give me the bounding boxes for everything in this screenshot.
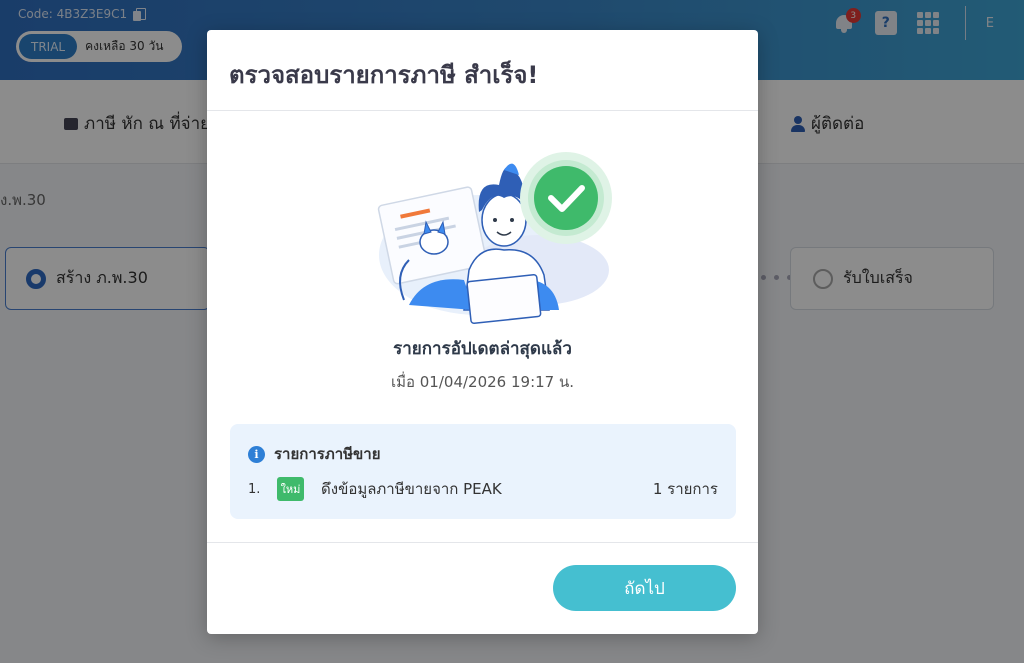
success-illustration	[377, 152, 612, 325]
next-button[interactable]: ถัดไป	[553, 565, 736, 611]
tax-check-success-dialog: ตรวจสอบรายการภาษี สำเร็จ! รายการอัปเดตล่…	[207, 30, 758, 634]
info-heading: i รายการภาษีขาย	[248, 442, 381, 466]
divider	[207, 542, 758, 543]
list-item: 1. ใหม่ ดึงข้อมูลภาษีขายจาก PEAK 1 รายกา…	[248, 476, 718, 502]
divider	[207, 110, 758, 111]
info-heading-label: รายการภาษีขาย	[274, 445, 381, 463]
row-description: ดึงข้อมูลภาษีขายจาก PEAK	[321, 480, 502, 498]
info-icon: i	[248, 445, 265, 463]
sales-tax-info-box: i รายการภาษีขาย 1. ใหม่ ดึงข้อมูลภาษีขาย…	[230, 424, 736, 519]
new-badge: ใหม่	[277, 477, 304, 501]
row-count: 1 รายการ	[652, 480, 718, 498]
row-number: 1.	[248, 481, 261, 497]
updated-status-title: รายการอัปเดตล่าสุดแล้ว	[393, 339, 572, 359]
dialog-title: ตรวจสอบรายการภาษี สำเร็จ!	[229, 61, 539, 89]
updated-timestamp: เมื่อ 01/04/2026 19:17 น.	[390, 373, 575, 391]
